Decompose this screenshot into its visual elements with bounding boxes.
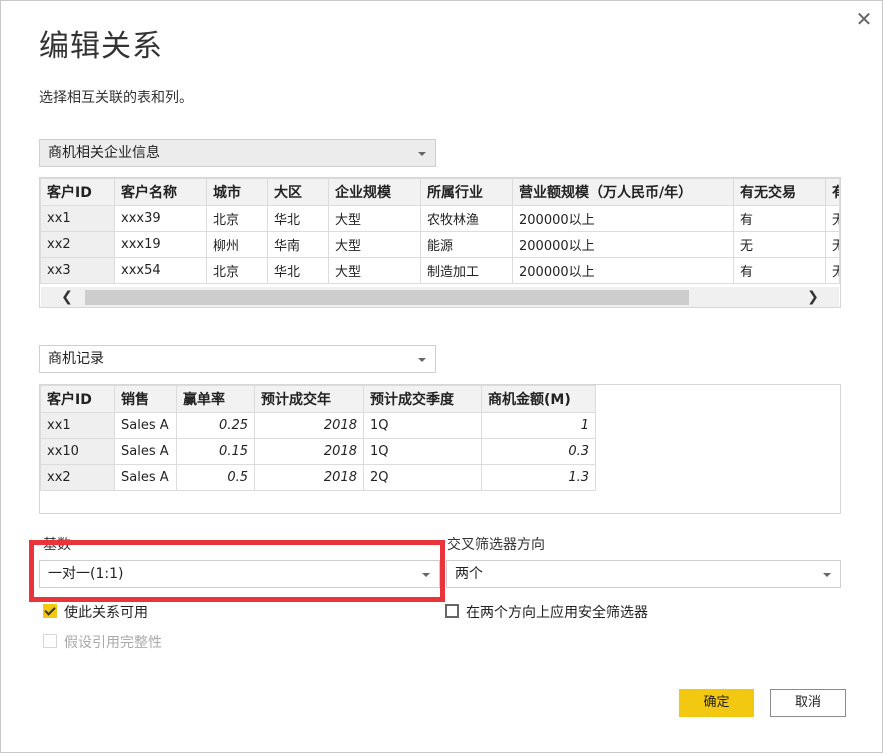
table-cell: xx10 xyxy=(40,438,115,465)
table-cell: xx1 xyxy=(40,412,115,439)
table-cell: 无 xyxy=(825,257,840,284)
table-cell: 0.5 xyxy=(176,464,255,491)
table-cell: 北京 xyxy=(206,257,268,284)
cardinality-highlight-box xyxy=(29,540,445,602)
table-cell: 能源 xyxy=(420,231,513,258)
assume-integrity-label: 假设引用完整性 xyxy=(64,635,162,651)
table-cell: xxx39 xyxy=(114,205,207,232)
column-header: 有无交易 xyxy=(733,178,826,206)
chevron-down-icon xyxy=(823,573,831,577)
ok-button[interactable]: 确定 xyxy=(679,689,754,717)
table1-select[interactable]: 商机相关企业信息 xyxy=(39,139,436,167)
table-cell: 2Q xyxy=(363,464,482,491)
table-row: xx1 Sales A 0.25 2018 1Q 1 xyxy=(40,412,596,439)
make-active-label: 使此关系可用 xyxy=(64,605,148,621)
table2-preview: 客户ID 销售 赢单率 预计成交年 预计成交季度 商机金额(M) xx1 Sales A 0.… xyxy=(39,384,841,514)
column-header: 所属行业 xyxy=(420,178,513,206)
column-header: 商机金额(M) xyxy=(481,385,596,413)
security-filter-checkbox[interactable] xyxy=(445,604,459,618)
table-row: xx2 Sales A 0.5 2018 2Q 1.3 xyxy=(40,464,596,491)
table-cell: 2018 xyxy=(254,412,364,439)
table2-select[interactable]: 商机记录 xyxy=(39,345,436,373)
table-row: xx10 Sales A 0.15 2018 1Q 0.3 xyxy=(40,438,596,465)
column-header: 客户ID xyxy=(40,178,115,206)
table-row: xx3xxx54北京华北大型制造加工200000以上有无 xyxy=(40,257,840,284)
cancel-button[interactable]: 取消 xyxy=(770,689,846,717)
table-cell: 1 xyxy=(481,412,596,439)
make-active-checkbox[interactable] xyxy=(43,604,57,618)
table-cell: 大型 xyxy=(328,205,421,232)
scroll-left-icon[interactable]: ❮ xyxy=(57,287,77,307)
table1-horizontal-scrollbar[interactable]: ❮ ❯ xyxy=(41,287,839,307)
column-header: 营业额规模（万人民币/年） xyxy=(512,178,734,206)
table-cell: 200000以上 xyxy=(512,205,734,232)
column-header: 预计成交年 xyxy=(254,385,364,413)
table2-select-value: 商机记录 xyxy=(48,351,104,367)
table-cell: xx1 xyxy=(40,205,115,232)
table-cell: 有 xyxy=(733,205,826,232)
table-cell: Sales A xyxy=(114,464,177,491)
chevron-down-icon xyxy=(418,358,426,362)
table-cell: 北京 xyxy=(206,205,268,232)
column-header: 客户名称 xyxy=(114,178,207,206)
dialog-subtitle: 选择相互关联的表和列。 xyxy=(39,90,193,106)
column-header: 有 xyxy=(825,178,840,206)
table-cell: 大型 xyxy=(328,257,421,284)
table1-select-value: 商机相关企业信息 xyxy=(48,145,160,161)
table-cell: xx2 xyxy=(40,464,115,491)
table-row: xx2xxx19柳州华南大型能源200000以上无无 xyxy=(40,231,840,258)
column-header: 赢单率 xyxy=(176,385,255,413)
table-cell: 无 xyxy=(733,231,826,258)
edit-relationship-dialog: ✕ 编辑关系 选择相互关联的表和列。 商机相关企业信息 客户ID 客户名称 城市 大区… xyxy=(0,0,883,753)
dialog-title: 编辑关系 xyxy=(39,29,163,64)
table-cell: 1Q xyxy=(363,438,482,465)
table-cell: 华北 xyxy=(267,205,329,232)
scrollbar-thumb[interactable] xyxy=(85,290,689,305)
column-header: 客户ID xyxy=(40,385,115,413)
table-cell: xxx54 xyxy=(114,257,207,284)
table-cell: 0.3 xyxy=(481,438,596,465)
table-cell: 0.15 xyxy=(176,438,255,465)
table-cell: Sales A xyxy=(114,438,177,465)
table-cell: xx2 xyxy=(40,231,115,258)
scroll-right-icon[interactable]: ❯ xyxy=(803,287,823,307)
column-header: 大区 xyxy=(267,178,329,206)
table-cell: 200000以上 xyxy=(512,231,734,258)
table-cell: 大型 xyxy=(328,231,421,258)
table-cell: 农牧林渔 xyxy=(420,205,513,232)
assume-integrity-checkbox xyxy=(43,634,57,648)
column-header: 城市 xyxy=(206,178,268,206)
table-cell: 华北 xyxy=(267,257,329,284)
table2-grid: 客户ID 销售 赢单率 预计成交年 预计成交季度 商机金额(M) xx1 Sales A 0.… xyxy=(40,385,596,491)
table-row: xx1xxx39北京华北大型农牧林渔200000以上有无 xyxy=(40,205,840,232)
cross-filter-select[interactable]: 两个 xyxy=(446,560,841,588)
table-cell: 柳州 xyxy=(206,231,268,258)
table-cell: 无 xyxy=(825,205,840,232)
security-filter-label: 在两个方向上应用安全筛选器 xyxy=(466,605,648,621)
column-header: 销售 xyxy=(114,385,177,413)
close-icon[interactable]: ✕ xyxy=(852,7,876,31)
table-cell: 2018 xyxy=(254,438,364,465)
table-cell: xx3 xyxy=(40,257,115,284)
table-cell: 2018 xyxy=(254,464,364,491)
column-header: 预计成交季度 xyxy=(363,385,482,413)
chevron-down-icon xyxy=(418,152,426,156)
table-cell: 华南 xyxy=(267,231,329,258)
cross-filter-select-value: 两个 xyxy=(455,566,483,582)
table-cell: 1Q xyxy=(363,412,482,439)
column-header: 企业规模 xyxy=(328,178,421,206)
table1-grid: 客户ID客户名称城市大区企业规模所属行业营业额规模（万人民币/年）有无交易有 x… xyxy=(40,178,840,284)
table-cell: 0.25 xyxy=(176,412,255,439)
table-cell: xxx19 xyxy=(114,231,207,258)
cross-filter-label: 交叉筛选器方向 xyxy=(447,537,545,553)
table-cell: 无 xyxy=(825,231,840,258)
table-cell: 有 xyxy=(733,257,826,284)
table-cell: 制造加工 xyxy=(420,257,513,284)
table-cell: Sales A xyxy=(114,412,177,439)
table-cell: 1.3 xyxy=(481,464,596,491)
table1-preview: 客户ID客户名称城市大区企业规模所属行业营业额规模（万人民币/年）有无交易有 x… xyxy=(39,177,841,308)
table-cell: 200000以上 xyxy=(512,257,734,284)
